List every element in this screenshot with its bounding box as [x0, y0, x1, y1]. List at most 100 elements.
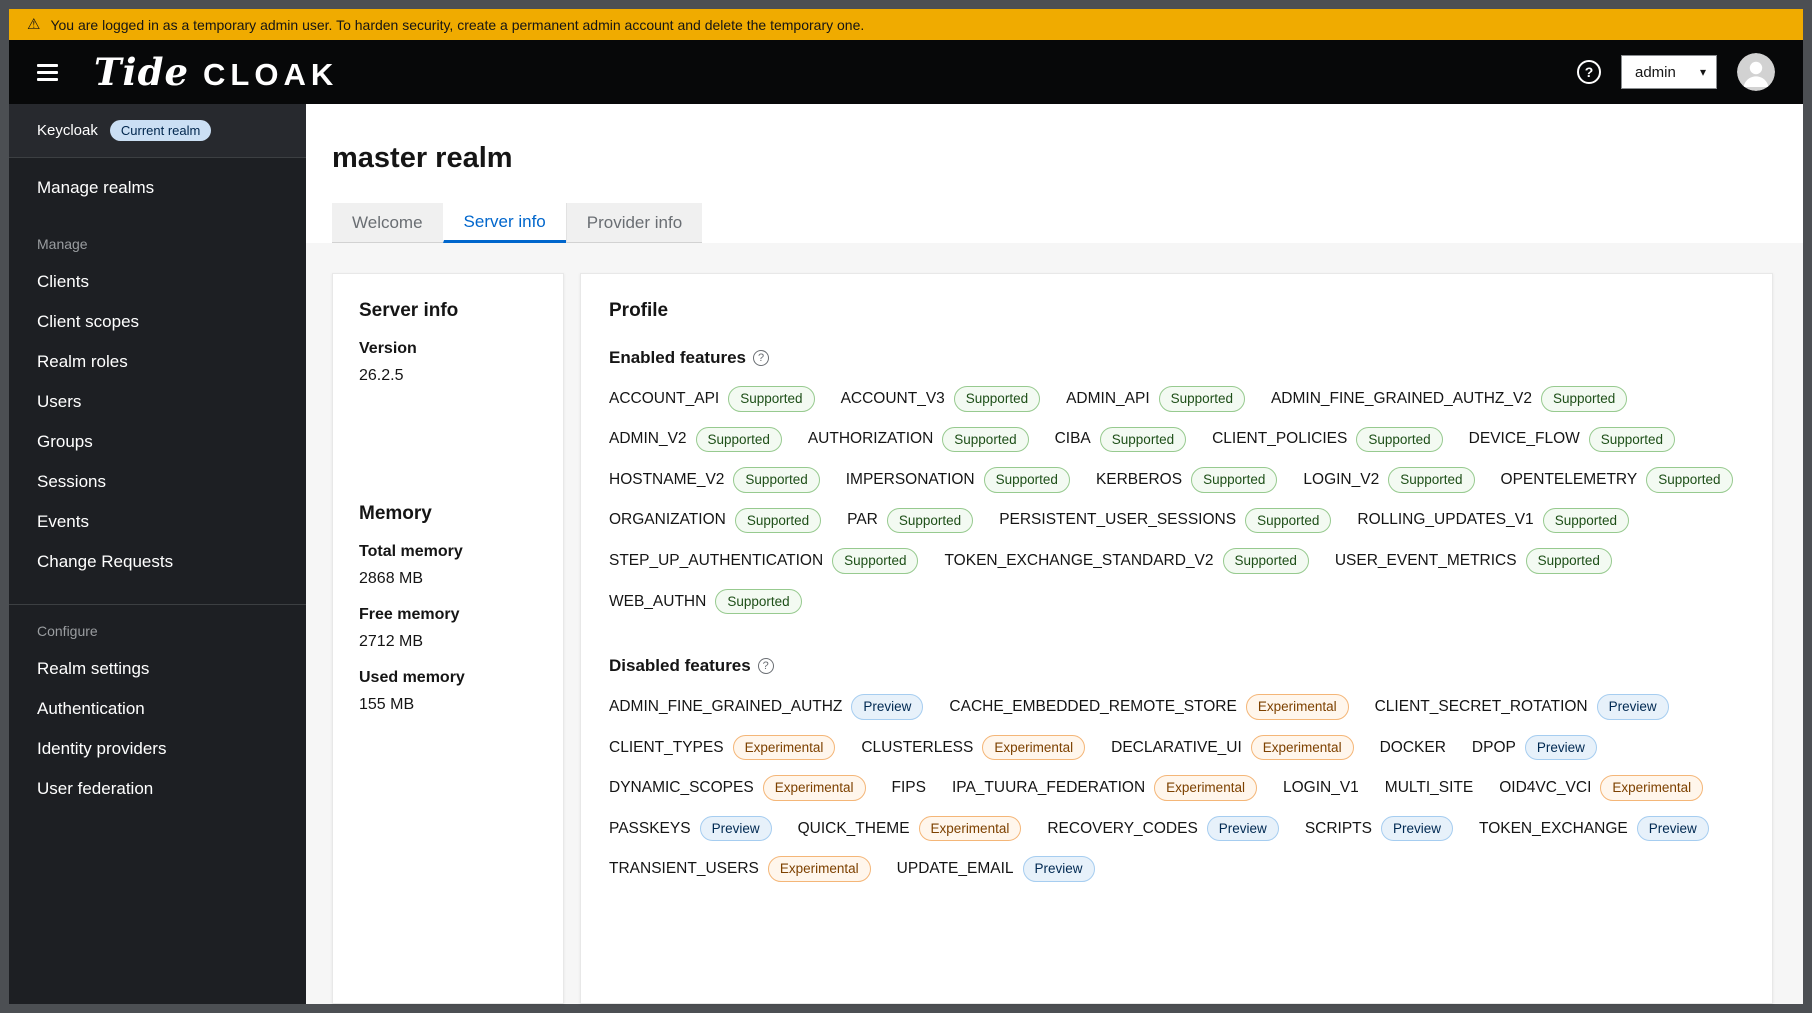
main-content: master realm Welcome Server info Provider …	[306, 104, 1803, 1004]
brand-logo-primary: Tide	[94, 50, 190, 94]
feature-name: HOSTNAME_V2	[609, 470, 725, 488]
feature-badge: Supported	[733, 467, 820, 493]
sidebar-item[interactable]: Sessions	[9, 462, 306, 502]
feature-name: SCRIPTS	[1304, 819, 1372, 837]
feature-name: PERSISTENT_USER_SESSIONS	[999, 511, 1237, 529]
feature-badge: Preview	[1524, 734, 1597, 761]
feature-name: UPDATE_EMAIL	[896, 860, 1014, 878]
feature-name: ACCOUNT_V3	[840, 389, 945, 407]
feature-name: ADMIN_FINE_GRAINED_AUTHZ_V2	[1270, 389, 1532, 407]
sidebar-configure-list: Realm settings Authentication Identity pro…	[9, 649, 306, 809]
feature-badge: Experimental	[1245, 694, 1349, 720]
memory-field: Free memory 2712 MB	[359, 606, 537, 651]
feature-name: ACCOUNT_API	[609, 389, 720, 407]
feature-item: MULTI_SITE	[1385, 779, 1473, 797]
feature-badge: Experimental	[1600, 775, 1704, 801]
memory-title: Memory	[359, 503, 432, 524]
feature-badge: Preview	[699, 815, 772, 842]
sidebar-item[interactable]: User federation	[9, 769, 306, 809]
feature-badge: Supported	[695, 426, 782, 453]
feature-badge: Supported	[1191, 467, 1278, 493]
server-info-card: Server info Version 26.2.5 Memory Total …	[332, 273, 564, 1004]
masthead-toolbar: ? admin ▾	[1577, 53, 1775, 91]
feature-item: AUTHORIZATION Supported	[808, 426, 1029, 453]
help-icon[interactable]: ?	[753, 350, 769, 366]
help-icon[interactable]: ?	[757, 658, 774, 675]
feature-badge: Supported	[1388, 467, 1475, 493]
feature-name: CLIENT_POLICIES	[1212, 430, 1348, 448]
feature-name: OPENTELEMETRY	[1500, 470, 1638, 488]
brand-logo[interactable]: Tide CLOAK	[94, 50, 338, 94]
feature-name: ADMIN_API	[1066, 389, 1150, 407]
memory-field: Used memory 155 MB	[359, 669, 537, 714]
feature-badge: Supported	[832, 548, 919, 574]
enabled-features-list: ACCOUNT_API Supported ACCOUNT_V3 Support…	[609, 386, 1744, 615]
menu-toggle-icon[interactable]	[37, 63, 58, 81]
feature-badge: Supported	[715, 588, 802, 615]
sidebar-item[interactable]: Authentication	[9, 689, 306, 729]
feature-item: CLUSTERLESS Experimental	[861, 734, 1086, 761]
sidebar-section-configure-label: Configure	[37, 623, 98, 639]
feature-item: CIBA Supported	[1054, 426, 1187, 453]
feature-badge: Experimental	[732, 734, 836, 761]
feature-item: DPOP Preview	[1472, 734, 1597, 761]
user-menu-dropdown[interactable]: admin ▾	[1621, 55, 1717, 89]
feature-item: ORGANIZATION Supported	[609, 507, 822, 534]
feature-item: CLIENT_TYPES Experimental	[609, 734, 836, 761]
tab[interactable]: Provider info	[565, 203, 703, 243]
realm-selector[interactable]: Keycloak Current realm	[9, 104, 306, 158]
user-avatar-icon	[1737, 53, 1775, 91]
tab[interactable]: Welcome	[332, 203, 443, 243]
feature-name: CLUSTERLESS	[861, 738, 974, 756]
sidebar-item[interactable]: Client scopes	[9, 302, 306, 342]
feature-name: CIBA	[1054, 430, 1091, 448]
profile-card: Profile Enabled features ? ACCOUNT_API S…	[580, 273, 1773, 1004]
feature-name: TOKEN_EXCHANGE	[1479, 819, 1628, 837]
feature-badge: Preview	[1636, 815, 1709, 842]
feature-name: DOCKER	[1379, 738, 1446, 756]
sidebar-item[interactable]: Clients	[9, 262, 306, 302]
sidebar-item[interactable]: Realm settings	[9, 649, 306, 689]
sidebar-item[interactable]: Users	[9, 382, 306, 422]
feature-item: PAR Supported	[847, 507, 974, 534]
tab[interactable]: Server info	[442, 203, 566, 243]
feature-name: TOKEN_EXCHANGE_STANDARD_V2	[944, 551, 1214, 569]
feature-name: LOGIN_V1	[1282, 779, 1359, 797]
feature-name: WEB_AUTHN	[609, 592, 707, 610]
sidebar-item[interactable]: Events	[9, 502, 306, 542]
feature-item: TOKEN_EXCHANGE_STANDARD_V2 Supported	[944, 548, 1309, 574]
feature-item: DOCKER	[1380, 739, 1446, 757]
feature-name: USER_EVENT_METRICS	[1334, 551, 1517, 569]
feature-name: DYNAMIC_SCOPES	[609, 779, 754, 797]
tabs: Welcome Server info Provider info	[332, 203, 1775, 243]
avatar[interactable]	[1737, 53, 1775, 91]
memory-field-value: 2712 MB	[359, 633, 424, 650]
version-label: Version	[359, 340, 417, 357]
feature-item: LOGIN_V1	[1283, 779, 1359, 797]
server-info-card-title: Server info	[359, 300, 459, 321]
sidebar-item[interactable]: Realm roles	[9, 342, 306, 382]
sidebar-item[interactable]: Identity providers	[9, 729, 306, 769]
feature-item: RECOVERY_CODES Preview	[1047, 815, 1279, 842]
realm-selector-label: Keycloak	[37, 122, 98, 139]
feature-item: PASSKEYS Preview	[609, 815, 772, 842]
feature-name: CACHE_EMBEDDED_REMOTE_STORE	[949, 698, 1237, 716]
feature-badge: Supported	[1245, 507, 1332, 534]
feature-item: DYNAMIC_SCOPES Experimental	[609, 775, 866, 801]
sidebar-item[interactable]: Change Requests	[9, 542, 306, 582]
sidebar-item-manage-realms[interactable]: Manage realms	[9, 168, 306, 208]
enabled-features-header: Enabled features ?	[609, 348, 1744, 368]
sidebar-item[interactable]: Groups	[9, 422, 306, 462]
user-menu-label: admin	[1635, 63, 1676, 81]
feature-badge: Supported	[953, 386, 1041, 412]
feature-badge: Experimental	[982, 734, 1086, 761]
memory-field-label: Free memory	[359, 606, 460, 623]
help-icon[interactable]: ?	[1577, 60, 1601, 84]
disabled-features-header: Disabled features ?	[609, 656, 1744, 676]
feature-name: MULTI_SITE	[1384, 779, 1474, 797]
feature-item: FIPS	[892, 779, 926, 797]
brand-logo-secondary: CLOAK	[203, 57, 339, 92]
feature-badge: Supported	[734, 507, 822, 534]
version-field: Version 26.2.5	[359, 340, 537, 385]
feature-item: UPDATE_EMAIL Preview	[896, 856, 1095, 883]
